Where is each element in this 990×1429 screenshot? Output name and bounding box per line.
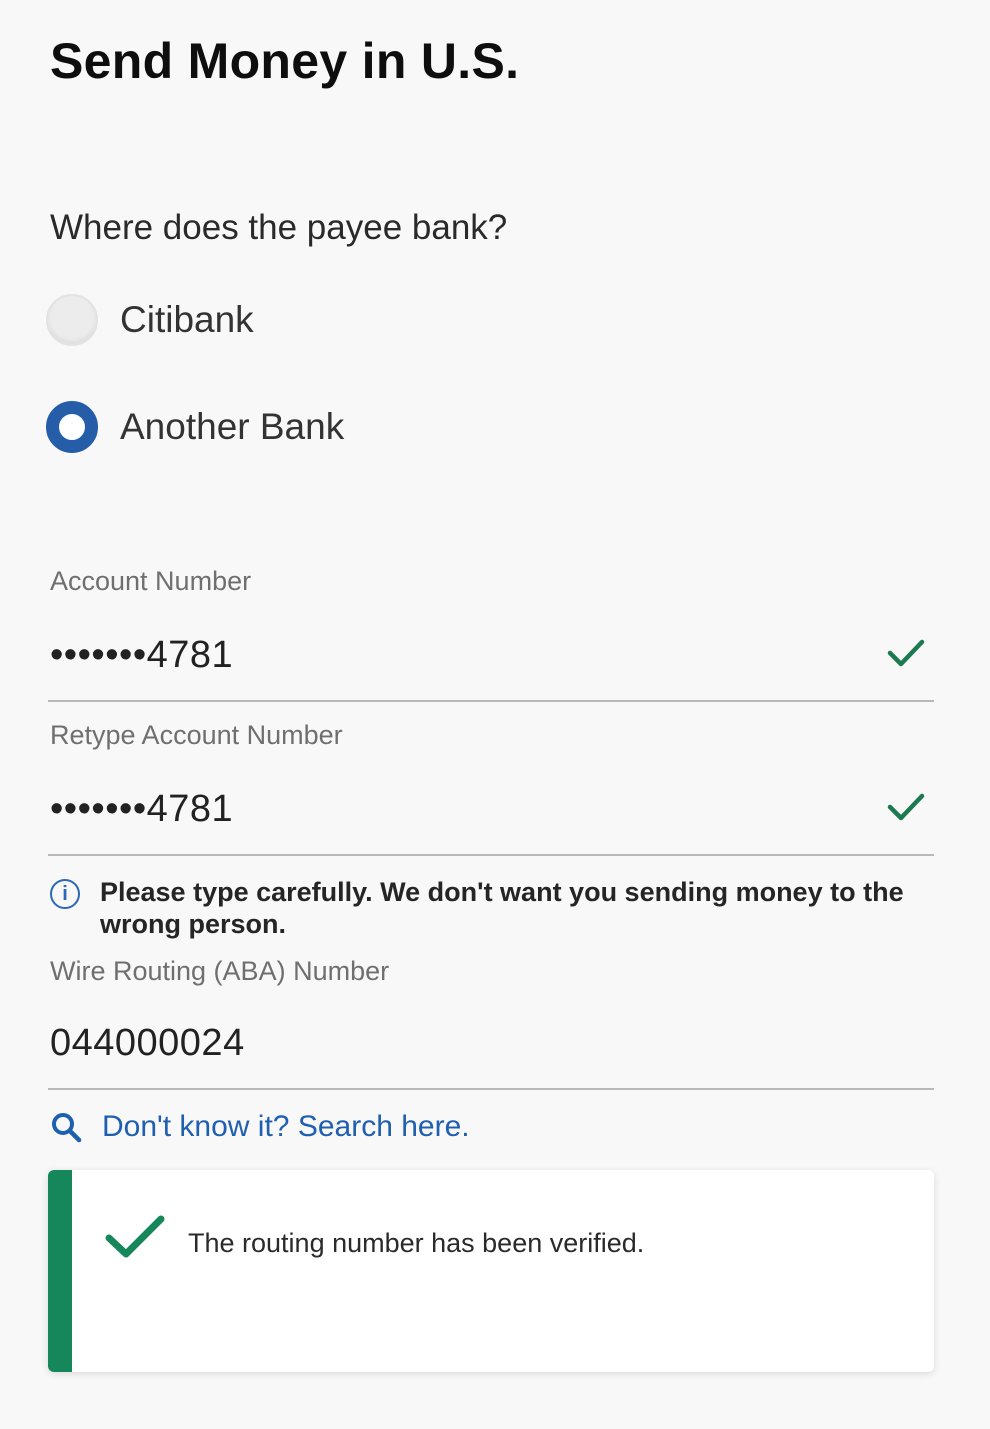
radio-label-citibank: Citibank: [120, 299, 254, 340]
info-icon: i: [50, 879, 80, 909]
alert-status-bar: [48, 1170, 72, 1372]
retype-account-number-label: Retype Account Number: [50, 720, 343, 750]
checkmark-icon: [887, 793, 925, 821]
radio-label-another-bank: Another Bank: [120, 406, 345, 447]
account-number-field[interactable]: •••••••4781: [50, 634, 233, 677]
account-number-label: Account Number: [50, 566, 252, 596]
radio-option-citibank[interactable]: Citibank: [46, 294, 254, 346]
info-message: i Please type carefully. We don't want y…: [50, 876, 920, 940]
send-money-screen: Send Money in U.S. Where does the payee …: [0, 0, 990, 1429]
account-number-underline: [48, 700, 934, 702]
radio-option-another-bank[interactable]: Another Bank: [46, 401, 344, 453]
checkmark-icon: [887, 639, 925, 667]
routing-number-underline: [48, 1088, 934, 1090]
search-routing-link[interactable]: Don't know it? Search here.: [50, 1110, 470, 1144]
search-link-text[interactable]: Don't know it? Search here.: [102, 1110, 470, 1144]
radio-button-checked[interactable]: [46, 401, 98, 453]
search-icon: [52, 1113, 82, 1143]
routing-number-label: Wire Routing (ABA) Number: [50, 956, 390, 986]
routing-number-field[interactable]: 044000024: [50, 1022, 245, 1065]
page-title: Send Money in U.S.: [50, 33, 520, 89]
checkmark-icon: [105, 1215, 165, 1258]
payee-bank-question: Where does the payee bank?: [50, 208, 508, 247]
verification-alert-text: The routing number has been verified.: [188, 1228, 645, 1258]
info-message-text: Please type carefully. We don't want you…: [100, 877, 904, 939]
verification-alert: The routing number has been verified.: [48, 1170, 934, 1372]
retype-account-number-underline: [48, 854, 934, 856]
radio-button-unchecked[interactable]: [46, 294, 98, 346]
retype-account-number-field[interactable]: •••••••4781: [50, 788, 233, 831]
